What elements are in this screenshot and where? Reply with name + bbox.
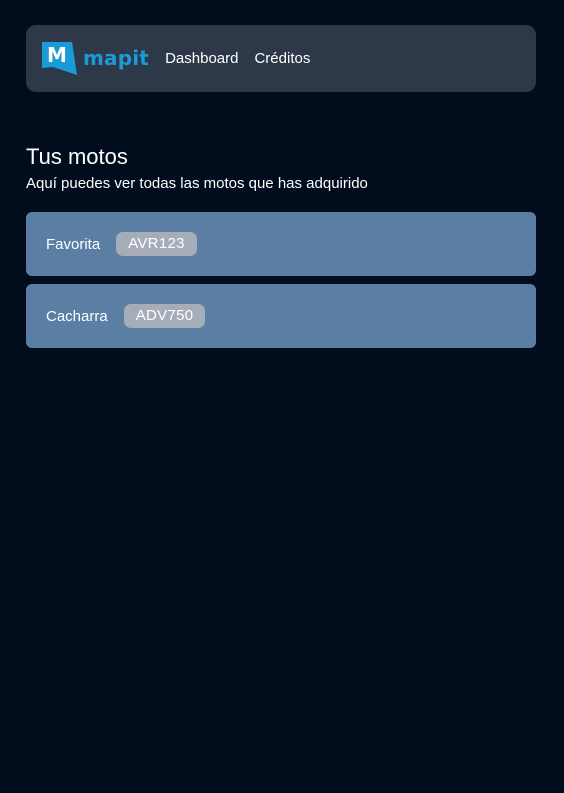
mapit-logo-icon: M (42, 41, 77, 75)
plate-badge: ADV750 (123, 304, 206, 328)
brand-name: mapit (83, 45, 150, 70)
top-navbar: M mapit Dashboard Créditos (26, 25, 536, 92)
page-subtitle: Aquí puedes ver todas las motos que has … (26, 175, 368, 192)
nav-link-creditos[interactable]: Créditos (254, 50, 310, 67)
moto-card-favorita[interactable]: Favorita AVR123 (26, 212, 536, 276)
logo-letter: M (47, 43, 67, 67)
brand-home-link[interactable]: M mapit (42, 41, 149, 77)
moto-card-cacharra[interactable]: Cacharra ADV750 (26, 284, 536, 348)
page-title: Tus motos (26, 144, 128, 169)
nav-link-dashboard[interactable]: Dashboard (165, 50, 238, 67)
plate-badge: AVR123 (116, 232, 197, 256)
moto-name: Cacharra (46, 307, 108, 325)
moto-list: Favorita AVR123 Cacharra ADV750 (26, 212, 536, 356)
moto-name: Favorita (46, 235, 101, 253)
